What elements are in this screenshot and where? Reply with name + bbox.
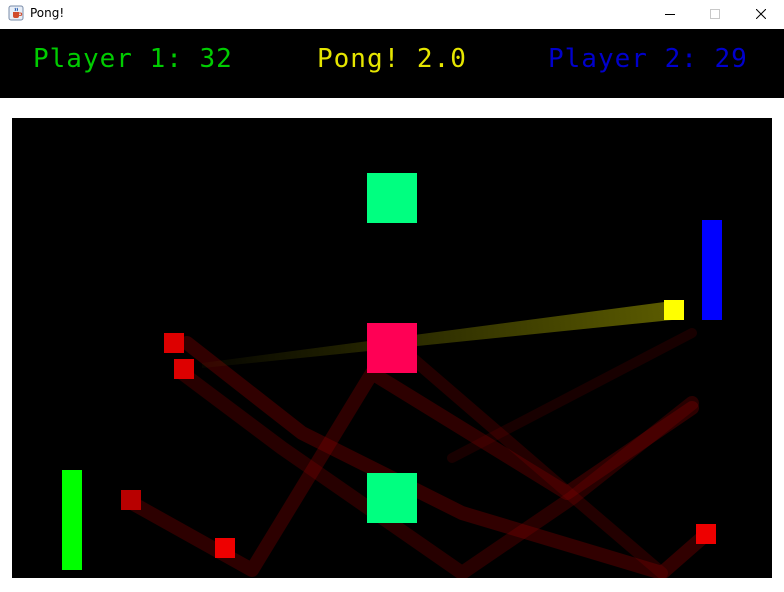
right-paddle bbox=[702, 220, 722, 320]
main-ball bbox=[664, 300, 684, 320]
red-ball bbox=[174, 359, 194, 379]
minimize-button[interactable] bbox=[647, 0, 693, 28]
maximize-button[interactable] bbox=[692, 0, 738, 28]
player2-score: Player 2: 29 bbox=[548, 44, 748, 74]
java-cup-icon bbox=[8, 5, 24, 21]
obstacle-block-top bbox=[367, 173, 417, 223]
obstacle-block-center bbox=[367, 323, 417, 373]
red-ball bbox=[164, 333, 184, 353]
close-icon bbox=[756, 9, 766, 19]
maximize-icon bbox=[710, 9, 720, 19]
score-header: Player 1: 32 Pong! 2.0 Player 2: 29 bbox=[0, 29, 784, 98]
window-title: Pong! bbox=[30, 6, 65, 20]
game-field bbox=[12, 118, 772, 578]
close-button[interactable] bbox=[738, 0, 784, 28]
trail-yellow bbox=[202, 301, 672, 368]
left-paddle bbox=[62, 470, 82, 570]
game-canvas bbox=[62, 173, 722, 578]
game-title: Pong! 2.0 bbox=[317, 44, 467, 74]
red-ball bbox=[121, 490, 141, 510]
red-ball bbox=[215, 538, 235, 558]
window-titlebar: Pong! bbox=[0, 0, 784, 28]
player1-score: Player 1: 32 bbox=[33, 44, 233, 74]
red-ball bbox=[696, 524, 716, 544]
minimize-icon bbox=[665, 14, 675, 15]
obstacle-block-bottom bbox=[367, 473, 417, 523]
